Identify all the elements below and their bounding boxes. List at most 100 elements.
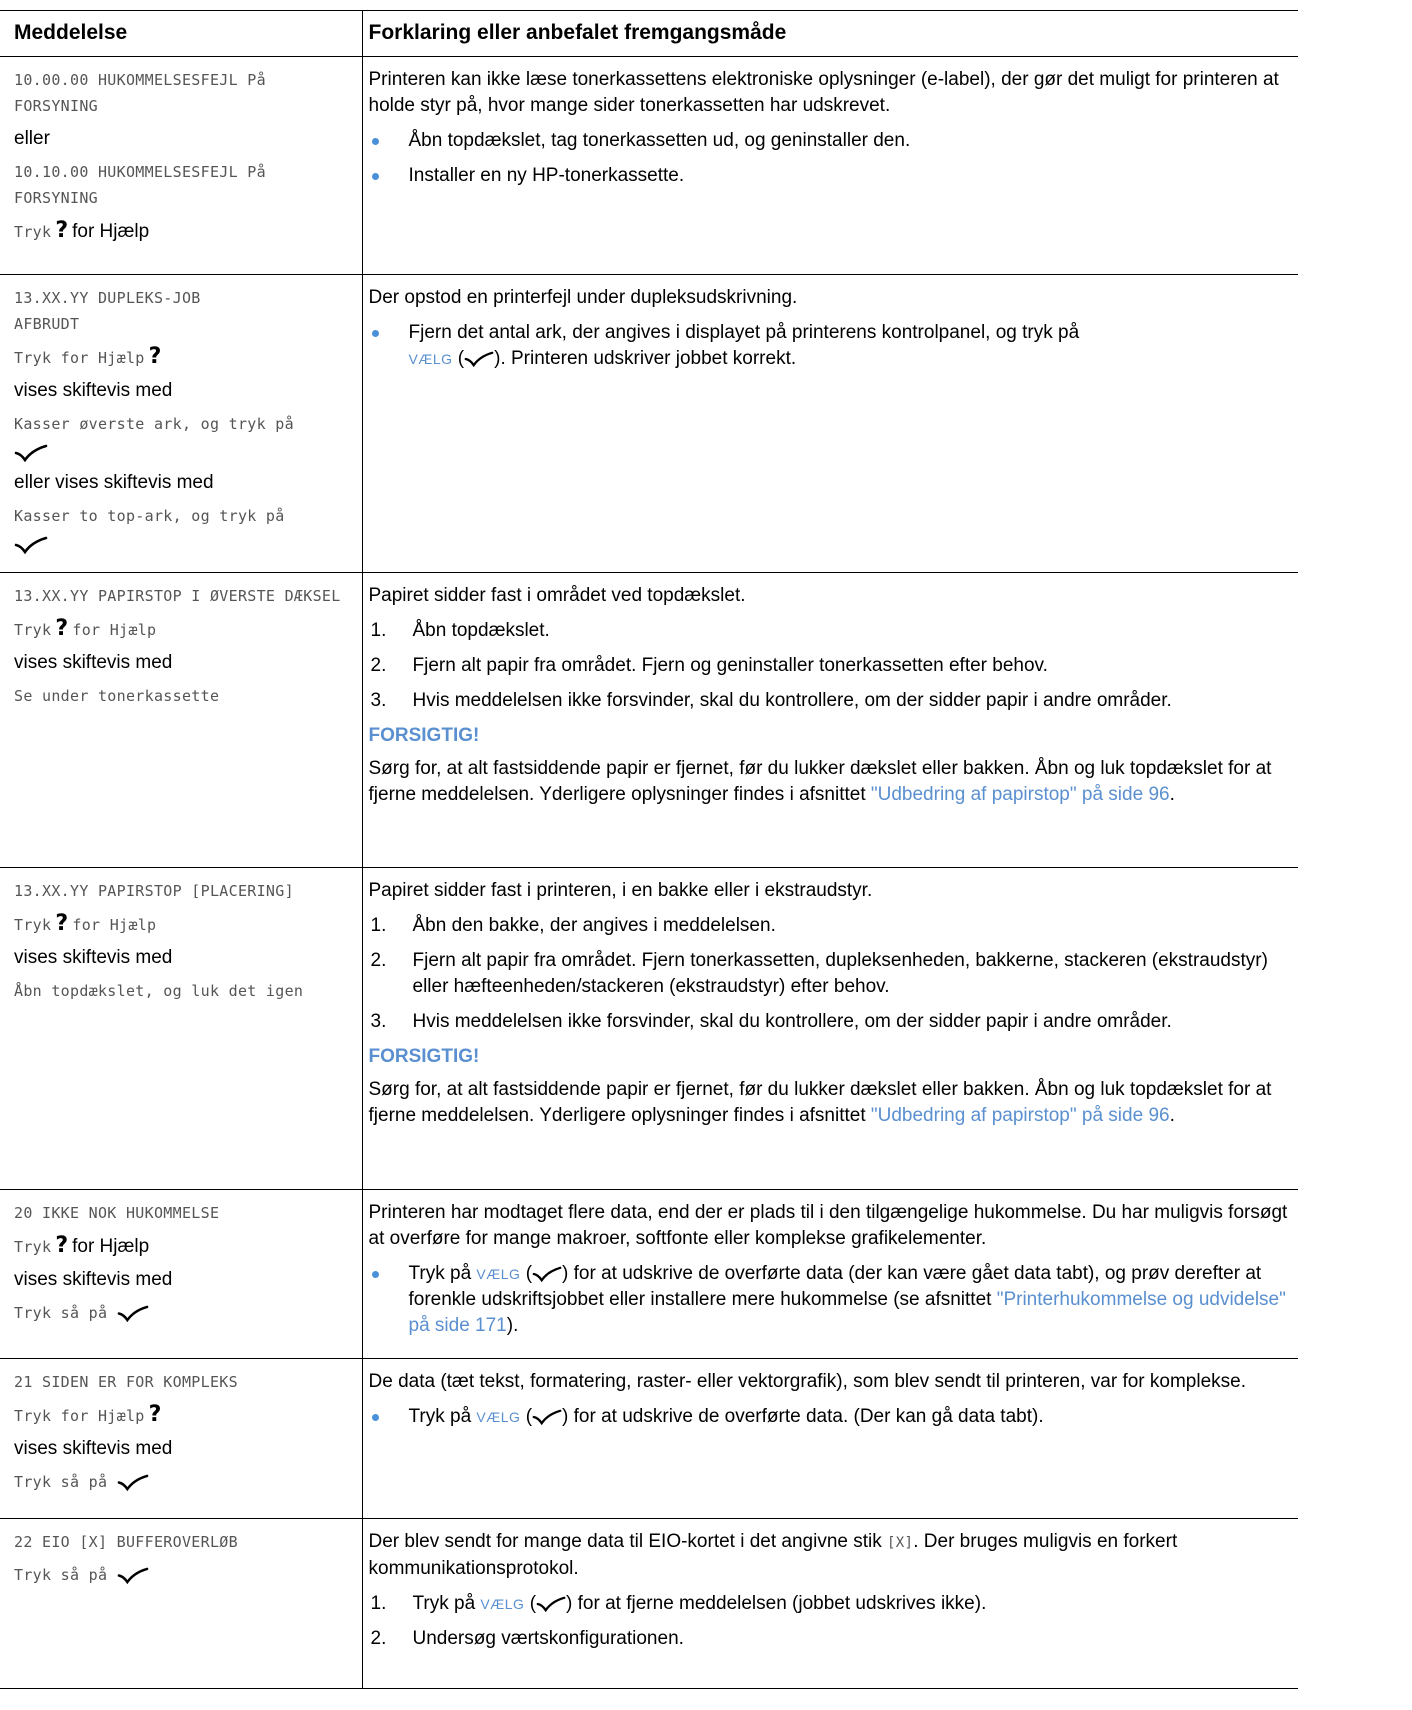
explanation-cell: Papiret sidder fast i printeren, i en ba… xyxy=(361,867,1298,1191)
explanation-text: Papiret sidder fast i området ved topdæk… xyxy=(368,585,746,607)
bullet-item: Åbn topdækslet, tag tonerkassetten ud, o… xyxy=(369,128,1295,154)
step-text: Åbn den bakke, der angives i meddelelsen… xyxy=(412,915,776,937)
bullet-icon xyxy=(371,330,379,337)
caution-text: Sørg for, at alt fastsiddende papir er f… xyxy=(368,1079,1272,1127)
caution-text: Sørg for, at alt fastsiddende papir er f… xyxy=(368,758,1272,806)
caution-heading: FORSIGTIG! xyxy=(368,725,480,747)
checkmark-icon xyxy=(532,1406,562,1427)
explanation-cell: Der blev sendt for mange data til EIO-ko… xyxy=(361,1518,1298,1690)
help-question-icon: ? xyxy=(148,1402,162,1428)
press-text: Tryk så på xyxy=(14,1304,108,1323)
table-row: 21 SIDEN ER FOR KOMPLEKS Tryk for Hjælp?… xyxy=(0,1358,1298,1520)
help-question-icon: ? xyxy=(148,344,162,369)
bullet-text: . Printeren udskriver jobbet korrekt. xyxy=(500,348,797,369)
message-code: Kasser øverste ark, og tryk på xyxy=(14,415,294,433)
step-text: Undersøg værtskonfigurationen. xyxy=(412,1628,684,1650)
help-line: Tryk? for Hjælp xyxy=(14,911,354,938)
message-code: 13.XX.YY PAPIRSTOP I ØVERSTE DÆKSEL xyxy=(14,587,341,606)
message-code: 21 SIDEN ER FOR KOMPLEKS xyxy=(14,1373,238,1392)
message-cell: 13.XX.YY PAPIRSTOP [PLACERING] Tryk? for … xyxy=(0,867,363,1191)
cross-reference-link[interactable]: "Udbedring af papirstop" på side 96 xyxy=(871,784,1170,805)
message-table: Meddelelse Forklaring eller anbefalet fr… xyxy=(0,10,1298,1690)
table-row: 20 IKKE NOK HUKOMMELSE Tryk? for Hjælp vi… xyxy=(0,1189,1298,1360)
help-text: for Hjælp xyxy=(72,916,157,935)
message-cell: 22 EIO [X] BUFFEROVERLØB Tryk så på xyxy=(0,1518,363,1690)
step-text: Hvis meddelelsen ikke forsvinder, skal d… xyxy=(412,690,1172,712)
alternates-text: vises skiftevis med xyxy=(14,380,173,401)
help-question-icon: ? xyxy=(55,218,69,243)
alternates-text: vises skiftevis med xyxy=(14,947,173,969)
help-press: Tryk xyxy=(14,1238,52,1257)
checkmark-icon xyxy=(14,536,354,555)
step-item: 2. Undersøg værtskonfigurationen. xyxy=(370,1628,684,1650)
help-line: Tryk? for Hjælp xyxy=(14,218,354,245)
table-row: 13.XX.YY PAPIRSTOP [PLACERING] Tryk? for … xyxy=(0,867,1298,1191)
bullet-icon xyxy=(371,1414,379,1422)
bullet-item: Installer en ny HP-tonerkassette. xyxy=(369,163,1295,189)
help-line: Tryk? for Hjælp xyxy=(14,1233,354,1260)
press-line: Tryk så på xyxy=(14,1469,354,1495)
bullet-text: for at udskrive de overførte data. (Der … xyxy=(573,1406,1044,1428)
step-item: 1. Tryk på VÆLG () for at fjerne meddelel… xyxy=(370,1593,987,1615)
message-cell: 13.XX.YY DUPLEKS-JOB AFBRUDT Tryk for Hj… xyxy=(0,273,363,574)
bullet-text: ). xyxy=(506,1315,519,1337)
step-text: Tryk på xyxy=(412,1593,476,1615)
explanation-cell: Der opstod en printerfejl under dupleksu… xyxy=(361,273,1298,574)
help-press: Tryk xyxy=(14,916,52,935)
help-question-icon: ? xyxy=(55,1233,69,1259)
bullet-item: Fjern det antal ark, der angives i displ… xyxy=(369,320,1295,372)
help-press: Tryk xyxy=(14,621,52,640)
message-code: Åbn topdækslet, og luk det igen xyxy=(14,982,304,1001)
table-row: 13.XX.YY DUPLEKS-JOB AFBRUDT Tryk for Hj… xyxy=(0,273,1298,574)
explanation-cell: Papiret sidder fast i området ved topdæk… xyxy=(361,572,1298,869)
message-cell: 20 IKKE NOK HUKOMMELSE Tryk? for Hjælp vi… xyxy=(0,1189,363,1360)
message-code: 22 EIO [X] BUFFEROVERLØB xyxy=(14,1533,238,1552)
select-key: VÆLG xyxy=(408,351,453,367)
header-message: Meddelelse xyxy=(0,10,363,57)
bullet-item: Tryk på VÆLG () for at udskrive de overf… xyxy=(369,1261,1295,1339)
bullet-text: Installer en ny HP-tonerkassette. xyxy=(408,165,685,186)
message-code: 13.XX.YY DUPLEKS-JOB AFBRUDT xyxy=(14,289,201,333)
table-row: 22 EIO [X] BUFFEROVERLØB Tryk så på Der … xyxy=(0,1518,1298,1690)
help-line: Tryk for Hjælp? xyxy=(14,1402,354,1429)
help-line: Tryk for Hjælp? xyxy=(14,344,354,371)
help-text: for Hjælp xyxy=(72,1236,150,1258)
slot-code: [X] xyxy=(887,1535,914,1552)
press-line: Tryk så på xyxy=(14,1562,354,1588)
alternates-text: vises skiftevis med xyxy=(14,1438,173,1460)
select-key: VÆLG xyxy=(480,1596,525,1613)
message-code: 20 IKKE NOK HUKOMMELSE xyxy=(14,1204,220,1223)
bullet-text: Tryk på xyxy=(408,1406,472,1428)
table-header-row: Meddelelse Forklaring eller anbefalet fr… xyxy=(0,10,1298,57)
help-text: for Hjælp xyxy=(72,621,157,640)
message-cell: 21 SIDEN ER FOR KOMPLEKS Tryk for Hjælp?… xyxy=(0,1358,363,1520)
cross-reference-link[interactable]: "Udbedring af papirstop" på side 96 xyxy=(871,1105,1170,1126)
press-text: Tryk så på xyxy=(14,1566,108,1585)
message-code: Kasser to top-ark, og tryk på xyxy=(14,507,285,526)
checkmark-icon xyxy=(464,348,494,369)
step-item: 1. Åbn topdækslet. xyxy=(370,620,550,642)
step-text: Hvis meddelelsen ikke forsvinder, skal d… xyxy=(412,1011,1172,1033)
caution-heading: FORSIGTIG! xyxy=(368,1046,480,1068)
step-item: 1. Åbn den bakke, der angives i meddelels… xyxy=(370,915,776,937)
table-row: 10.00.00 HUKOMMELSESFEJL På FORSYNING el… xyxy=(0,56,1298,275)
message-code: 13.XX.YY PAPIRSTOP [PLACERING] xyxy=(14,882,294,901)
bullet-text: Tryk på xyxy=(408,1263,472,1285)
message-cell: 13.XX.YY PAPIRSTOP I ØVERSTE DÆKSEL Tryk… xyxy=(0,572,363,869)
message-cell: 10.00.00 HUKOMMELSESFEJL På FORSYNING el… xyxy=(0,56,363,275)
step-text: Fjern alt papir fra området. Fjern toner… xyxy=(412,950,1268,998)
explanation-text: Der opstod en printerfejl under dupleksu… xyxy=(368,287,798,308)
explanation-text: Printeren kan ikke læse tonerkassettens … xyxy=(368,69,1279,116)
select-key: VÆLG xyxy=(476,1409,521,1426)
explanation-text: De data (tæt tekst, formatering, raster-… xyxy=(368,1371,1247,1393)
bullet-icon xyxy=(371,173,379,180)
explanation-cell: Printeren kan ikke læse tonerkassettens … xyxy=(361,56,1298,275)
help-question-icon: ? xyxy=(55,911,69,937)
press-line: Tryk så på xyxy=(14,1300,354,1326)
checkmark-icon xyxy=(536,1593,566,1614)
alternates-text: vises skiftevis med xyxy=(14,652,173,674)
message-code: 10.00.00 HUKOMMELSESFEJL På FORSYNING xyxy=(14,71,266,115)
explanation-text: Papiret sidder fast i printeren, i en ba… xyxy=(368,880,873,902)
help-text: Tryk for Hjælp xyxy=(14,349,145,367)
bullet-text: Åbn topdækslet, tag tonerkassetten ud, o… xyxy=(408,130,911,151)
